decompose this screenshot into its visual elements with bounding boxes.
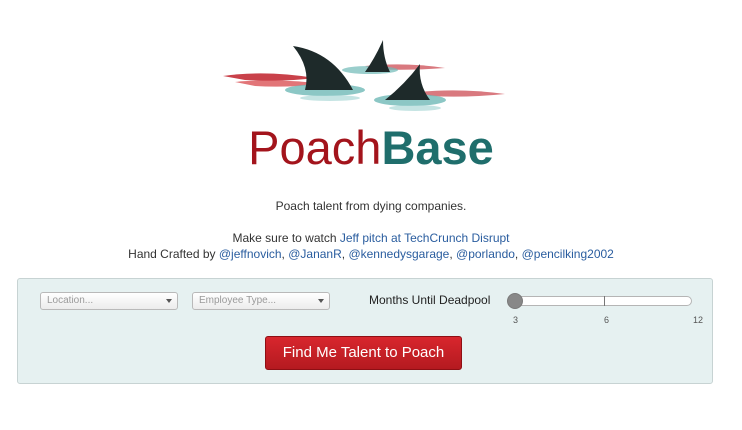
brand-part-1: Poach: [248, 121, 382, 174]
pitch-link[interactable]: pitch at TechCrunch Disrupt: [362, 231, 509, 245]
employee-type-select[interactable]: Employee Type...: [192, 292, 330, 310]
shark-fins-logo: [215, 38, 515, 118]
location-placeholder: Location...: [47, 295, 94, 306]
deadpool-slider-track[interactable]: [513, 296, 692, 306]
tagline: Poach talent from dying companies.: [275, 199, 467, 213]
brand-part-2: Base: [381, 121, 494, 174]
credits-prefix: Hand Crafted by: [128, 247, 219, 261]
location-select[interactable]: Location...: [40, 292, 178, 310]
slider-tick-label: 6: [604, 315, 610, 325]
watch-line: Make sure to watch Jeff pitch at TechCru…: [0, 231, 742, 245]
credit-link-pencilking2002[interactable]: @pencilking2002: [522, 247, 614, 261]
jeff-link[interactable]: Jeff: [340, 231, 359, 245]
chevron-down-icon: [166, 299, 172, 303]
find-talent-button[interactable]: Find Me Talent to Poach: [265, 336, 462, 370]
employee-type-placeholder: Employee Type...: [199, 295, 277, 306]
credits-line: Hand Crafted by @jeffnovich, @JananR, @k…: [128, 247, 614, 261]
slider-tick-label: 3: [513, 315, 519, 325]
credit-link-porlando[interactable]: @porlando: [456, 247, 515, 261]
credit-link-jananr[interactable]: @JananR: [288, 247, 342, 261]
credit-link-jeffnovich[interactable]: @jeffnovich: [219, 247, 282, 261]
slider-tick-label: 12: [693, 315, 704, 325]
watch-prefix: Make sure to watch: [232, 231, 340, 245]
deadpool-slider-handle[interactable]: [507, 293, 523, 309]
slider-tick: [604, 296, 605, 306]
search-panel: Location... Employee Type... Months Unti…: [17, 278, 713, 384]
deadpool-slider-label: Months Until Deadpool: [369, 293, 491, 307]
brand-wordmark: PoachBase: [0, 120, 742, 176]
credit-link-kennedysgarage[interactable]: @kennedysgarage: [348, 247, 449, 261]
chevron-down-icon: [318, 299, 324, 303]
